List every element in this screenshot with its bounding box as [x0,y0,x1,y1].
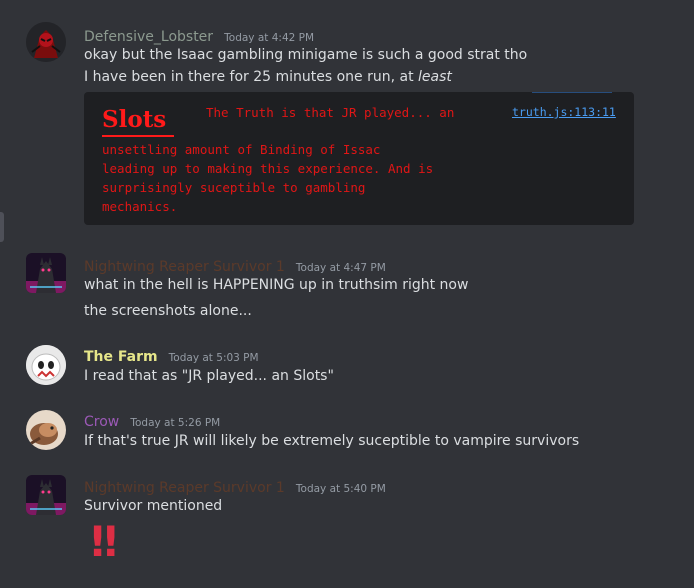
avatar[interactable] [26,253,66,293]
author-name[interactable]: The Farm [84,349,158,365]
author-name[interactable]: Defensive_Lobster [84,29,213,45]
embed-body-line: leading up to making this experience. An… [102,161,434,176]
embed-top-text: The Truth is that JR played... an [206,105,455,120]
message-text: I have been in there for 25 minutes one … [84,69,419,85]
author-name[interactable]: Nightwing Reaper Survivor 1 [84,480,285,496]
author-name[interactable]: Crow [84,414,119,430]
message-line: I read that as "JR played... an Slots" [84,368,334,384]
ghost-avatar-icon [26,345,66,385]
timestamp[interactable]: Today at 4:47 PM [296,262,386,274]
message-line: Survivor mentioned [84,498,223,514]
timestamp[interactable]: Today at 5:40 PM [296,483,386,495]
double-exclamation-emoji-icon: ‼ [91,517,122,566]
embedded-image[interactable]: Slots The Truth is that JR played... an … [84,92,634,225]
masked-figure-avatar-icon [26,22,66,62]
source-link[interactable]: truth.js:113:11 [512,105,616,119]
embed-body-line: mechanics. [102,199,178,214]
timestamp[interactable]: Today at 5:26 PM [130,417,220,429]
embed-body-line: surprisingly suceptible to gambling [102,180,366,195]
scrollbar-thumb[interactable] [0,212,4,242]
message-line: If that's true JR will likely be extreme… [84,433,580,449]
emphasis-text: least [418,69,452,85]
avatar[interactable] [26,475,66,515]
heading-underline [102,135,174,137]
avatar[interactable] [26,410,66,450]
message-line: okay but the Isaac gambling minigame is … [84,47,528,63]
message-line: what in the hell is HAPPENING up in trut… [84,277,469,293]
crow-photo-avatar-icon [26,410,66,450]
avatar[interactable] [26,22,66,62]
timestamp[interactable]: Today at 4:42 PM [224,32,314,44]
cropped-link-fragment [532,92,612,93]
author-name[interactable]: Nightwing Reaper Survivor 1 [84,259,285,275]
avatar[interactable] [26,345,66,385]
message-line: I have been in there for 25 minutes one … [84,69,452,85]
message-line: the screenshots alone... [84,303,252,319]
embed-body-line: unsettling amount of Binding of Issac [102,142,381,157]
neon-figure-avatar-icon [26,253,66,293]
timestamp[interactable]: Today at 5:03 PM [169,352,259,364]
neon-figure-avatar-icon [26,475,66,515]
embed-heading: Slots [102,106,167,133]
